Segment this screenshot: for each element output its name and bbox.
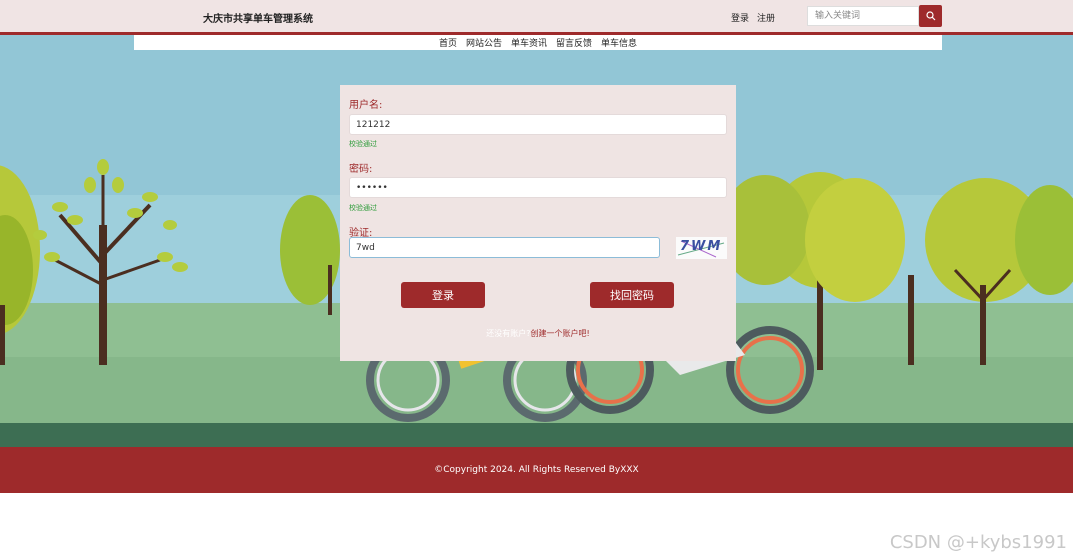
signup-prompt: 还没有账户? (486, 329, 531, 338)
password-hint: 校验通过 (349, 204, 377, 212)
top-header-bar: 大庆市共享单车管理系统 登录 注册 (0, 0, 1073, 35)
password-label: 密码: (349, 164, 373, 175)
main-nav: 首页 网站公告 单车资讯 留言反馈 单车信息 (134, 35, 942, 50)
site-title: 大庆市共享单车管理系统 (203, 14, 313, 25)
nav-item-feedback[interactable]: 留言反馈 (556, 36, 592, 49)
username-hint: 校验通过 (349, 140, 377, 148)
signup-row: 还没有账户?创建一个账户吧! (340, 328, 736, 339)
watermark: CSDN @+kybs1991 (889, 532, 1067, 553)
login-button[interactable]: 登录 (401, 282, 485, 308)
password-input[interactable] (349, 177, 727, 198)
login-panel: 用户名: 校验通过 密码: 校验通过 验证: 7WM 登录 找回密码 还没有账户… (340, 85, 736, 361)
username-input[interactable] (349, 114, 727, 135)
signup-link[interactable]: 创建一个账户吧! (531, 329, 590, 338)
footer: ©Copyright 2024. All Rights Reserved ByX… (0, 447, 1073, 493)
nav-item-bike-news[interactable]: 单车资讯 (511, 36, 547, 49)
recover-password-button[interactable]: 找回密码 (590, 282, 674, 308)
register-link[interactable]: 注册 (757, 11, 775, 24)
search-icon (925, 11, 935, 21)
nav-item-announcements[interactable]: 网站公告 (466, 36, 502, 49)
search-input[interactable] (807, 6, 919, 26)
copyright-text: ©Copyright 2024. All Rights Reserved ByX… (434, 465, 639, 475)
login-link[interactable]: 登录 (731, 11, 749, 24)
captcha-input[interactable] (349, 237, 660, 258)
nav-item-home[interactable]: 首页 (439, 36, 457, 49)
captcha-text: 7WM (680, 239, 723, 254)
username-label: 用户名: (349, 100, 383, 111)
search-button[interactable] (919, 5, 942, 27)
nav-item-bike-info[interactable]: 单车信息 (601, 36, 637, 49)
captcha-image[interactable]: 7WM (676, 237, 727, 259)
